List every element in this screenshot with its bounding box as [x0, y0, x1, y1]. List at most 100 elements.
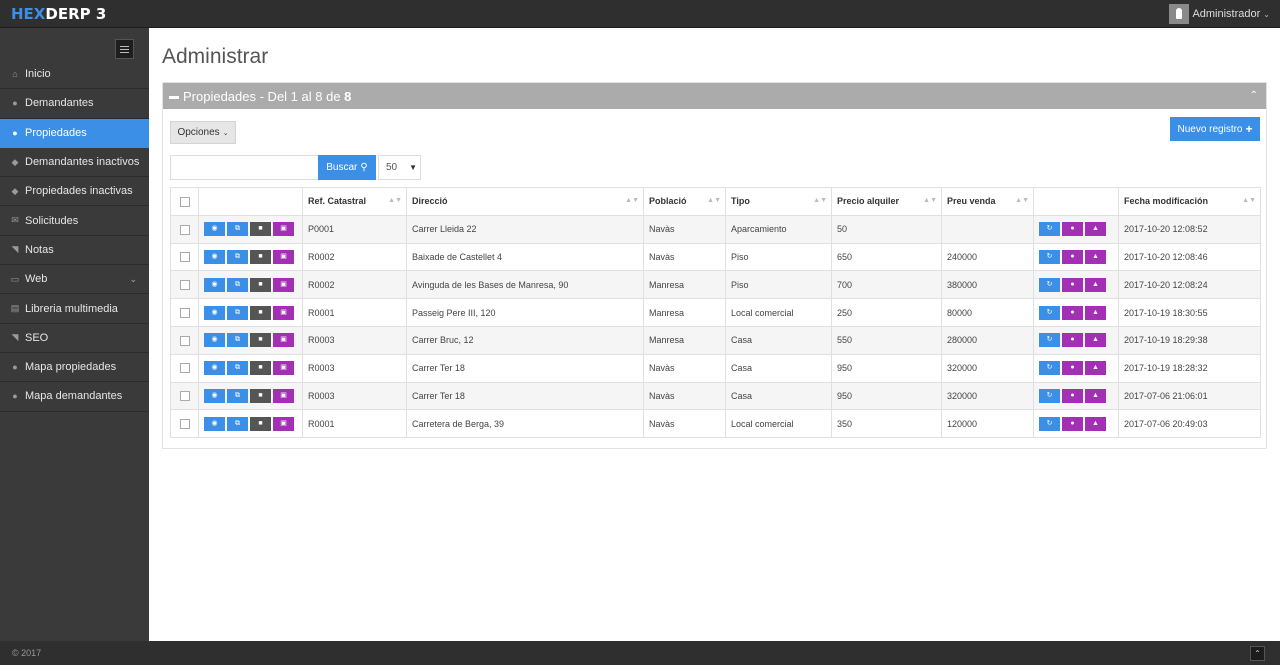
view-button[interactable]: ◉: [204, 333, 225, 348]
row-checkbox[interactable]: [180, 419, 190, 430]
user-menu[interactable]: Administrador ⌄: [1169, 4, 1270, 24]
sidebar-item-web[interactable]: ▭ Web ⌄: [0, 265, 149, 295]
delete-button[interactable]: ■: [250, 222, 271, 237]
user-button[interactable]: ▲: [1085, 416, 1106, 431]
refresh-button[interactable]: ↻: [1039, 361, 1060, 376]
delete-button[interactable]: ■: [250, 333, 271, 348]
header-preu-venda[interactable]: Preu venda ▲▼: [941, 187, 1034, 216]
header-poblacion[interactable]: Població ▲▼: [643, 187, 726, 216]
cell-tipo: Piso: [725, 242, 832, 272]
delete-button[interactable]: ■: [250, 416, 271, 431]
row-checkbox[interactable]: [180, 280, 190, 291]
view-button[interactable]: ◉: [204, 361, 225, 376]
copy-button[interactable]: ⧉: [227, 361, 248, 376]
map-marker-button[interactable]: ●: [1062, 416, 1083, 431]
sort-icon: ▲▼: [923, 197, 937, 204]
user-button[interactable]: ▲: [1085, 305, 1106, 320]
select-all-cell: [170, 187, 199, 216]
map-marker-button[interactable]: ●: [1062, 249, 1083, 264]
user-button[interactable]: ▲: [1085, 388, 1106, 403]
copy-button[interactable]: ⧉: [227, 305, 248, 320]
select-all-checkbox[interactable]: [180, 196, 190, 207]
delete-button[interactable]: ■: [250, 361, 271, 376]
header-tipo[interactable]: Tipo ▲▼: [725, 187, 832, 216]
row-checkbox[interactable]: [180, 335, 190, 346]
view-button[interactable]: ◉: [204, 416, 225, 431]
map-marker-button[interactable]: ●: [1062, 277, 1083, 292]
refresh-button[interactable]: ↻: [1039, 333, 1060, 348]
refresh-button[interactable]: ↻: [1039, 277, 1060, 292]
sidebar-item-propiedades[interactable]: ● Propiedades: [0, 118, 149, 148]
delete-button[interactable]: ■: [250, 277, 271, 292]
scroll-top-icon[interactable]: ⌃: [1250, 646, 1265, 661]
header-ref-catastral[interactable]: Ref. Catastral ▲▼: [302, 187, 407, 216]
refresh-button[interactable]: ↻: [1039, 222, 1060, 237]
photos-button[interactable]: ▣: [273, 249, 294, 264]
chevron-up-icon[interactable]: ⌃: [1250, 90, 1258, 101]
refresh-button[interactable]: ↻: [1039, 388, 1060, 403]
photos-button[interactable]: ▣: [273, 277, 294, 292]
sidebar-item-mapa-demandantes[interactable]: ● Mapa demandantes: [0, 382, 149, 412]
chevron-down-icon[interactable]: ⌄: [129, 274, 137, 285]
user-button[interactable]: ▲: [1085, 361, 1106, 376]
sidebar-item-libreria-multimedia[interactable]: ▤ Libreria multimedia: [0, 294, 149, 324]
sidebar-item-notas[interactable]: ◥ Notas: [0, 236, 149, 266]
header-direccio[interactable]: Direcció ▲▼: [406, 187, 644, 216]
sidebar-item-demandantes[interactable]: ● Demandantes: [0, 89, 149, 119]
view-button[interactable]: ◉: [204, 222, 225, 237]
photos-button[interactable]: ▣: [273, 222, 294, 237]
row-checkbox[interactable]: [180, 391, 190, 402]
user-button[interactable]: ▲: [1085, 222, 1106, 237]
per-page-select[interactable]: 50 ▼: [378, 155, 421, 180]
copy-button[interactable]: ⧉: [227, 249, 248, 264]
photos-button[interactable]: ▣: [273, 388, 294, 403]
copy-button[interactable]: ⧉: [227, 388, 248, 403]
copy-button[interactable]: ⧉: [227, 277, 248, 292]
map-marker-button[interactable]: ●: [1062, 333, 1083, 348]
copy-button[interactable]: ⧉: [227, 416, 248, 431]
header-precio-alquiler[interactable]: Precio alquiler ▲▼: [831, 187, 942, 216]
sidebar-item-inicio[interactable]: ⌂ Inicio: [0, 60, 149, 90]
view-button[interactable]: ◉: [204, 305, 225, 320]
user-button[interactable]: ▲: [1085, 333, 1106, 348]
search-button[interactable]: Buscar ⚲: [318, 155, 376, 180]
user-button[interactable]: ▲: [1085, 277, 1106, 292]
photos-button[interactable]: ▣: [273, 416, 294, 431]
sidebar-item-seo[interactable]: ◥ SEO: [0, 324, 149, 353]
user-button[interactable]: ▲: [1085, 249, 1106, 264]
sidebar-item-mapa-propiedades[interactable]: ● Mapa propiedades: [0, 353, 149, 383]
map-marker-button[interactable]: ●: [1062, 222, 1083, 237]
menu-toggle-icon[interactable]: [115, 39, 134, 59]
view-button[interactable]: ◉: [204, 277, 225, 292]
header-fecha-modificacion[interactable]: Fecha modificación ▲▼: [1118, 187, 1261, 216]
map-marker-button[interactable]: ●: [1062, 305, 1083, 320]
view-button[interactable]: ◉: [204, 249, 225, 264]
delete-button[interactable]: ■: [250, 249, 271, 264]
copy-button[interactable]: ⧉: [227, 222, 248, 237]
refresh-button[interactable]: ↻: [1039, 416, 1060, 431]
delete-button[interactable]: ■: [250, 305, 271, 320]
photos-button[interactable]: ▣: [273, 333, 294, 348]
copy-button[interactable]: ⧉: [227, 333, 248, 348]
delete-button[interactable]: ■: [250, 388, 271, 403]
brand-logo[interactable]: HEXDERP 3: [11, 5, 106, 23]
map-marker-button[interactable]: ●: [1062, 388, 1083, 403]
row-checkbox[interactable]: [180, 224, 190, 235]
sidebar-item-demandantes-inactivos[interactable]: ◆ Demandantes inactivos: [0, 148, 149, 178]
cell-preu-venda: 280000: [941, 325, 1034, 355]
row-checkbox[interactable]: [180, 252, 190, 263]
photos-button[interactable]: ▣: [273, 305, 294, 320]
photos-button[interactable]: ▣: [273, 361, 294, 376]
options-button[interactable]: Opciones ⌄: [170, 121, 236, 144]
map-marker-button[interactable]: ●: [1062, 361, 1083, 376]
new-record-button[interactable]: Nuevo registro +: [1170, 117, 1260, 141]
row-checkbox[interactable]: [180, 363, 190, 374]
view-button[interactable]: ◉: [204, 388, 225, 403]
sidebar-item-propiedades-inactivas[interactable]: ◆ Propiedades inactivas: [0, 177, 149, 207]
search-input[interactable]: [170, 155, 319, 180]
plus-icon: +: [1245, 122, 1253, 136]
refresh-button[interactable]: ↻: [1039, 249, 1060, 264]
sidebar-item-solicitudes[interactable]: ✉ Solicitudes: [0, 206, 149, 236]
refresh-button[interactable]: ↻: [1039, 305, 1060, 320]
row-checkbox[interactable]: [180, 307, 190, 318]
